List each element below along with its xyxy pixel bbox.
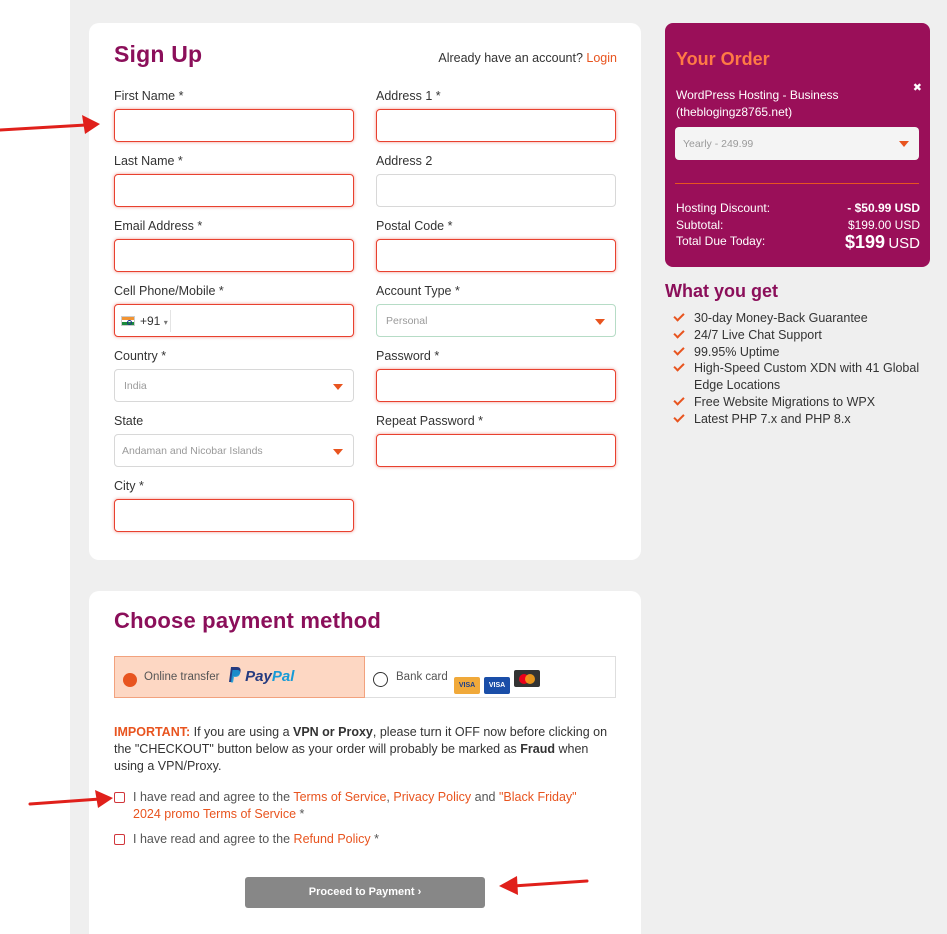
password-input[interactable] [376,369,616,402]
arrow-annotation-icon [499,876,589,895]
signup-title: Sign Up [114,41,203,67]
paypal-logo-icon: PayPal [228,667,294,685]
first-name-input[interactable] [114,109,354,142]
postal-code-label: Postal Code * [376,219,453,233]
login-link[interactable]: Login [586,51,617,65]
order-title: Your Order [676,49,770,69]
close-icon[interactable]: ✖ [913,81,922,94]
email-input[interactable] [114,239,354,272]
billing-cycle-select[interactable]: Yearly - 249.99 [675,127,919,160]
bank-card-label: Bank card [396,671,448,683]
order-summary-card: Your Order WordPress Hosting - Business … [665,23,930,267]
address2-label: Address 2 [376,154,433,168]
signup-card: Sign Up Already have an account? Login F… [89,23,641,560]
check-icon [673,343,685,356]
check-icon [673,327,685,339]
card-logos: VISA VISA [454,670,544,694]
order-product: WordPress Hosting - Business (thebloging… [676,87,896,121]
account-type-select[interactable]: Personal [376,304,616,337]
city-input[interactable] [114,499,354,532]
list-item: 24/7 Live Chat Support [673,327,944,344]
address1-label: Address 1 * [376,89,441,103]
payment-title: Choose payment method [114,608,382,633]
postal-code-input[interactable] [376,239,616,272]
total-row: Total Due Today: $199 USD [676,232,920,252]
address1-input[interactable] [376,109,616,142]
chevron-down-icon [333,384,343,390]
list-item: Free Website Migrations to WPX [673,394,944,411]
arrow-annotation-icon [0,115,100,134]
address2-input[interactable] [376,174,616,207]
city-label: City * [114,479,144,493]
order-domain: (theblogingz8765.net) [676,105,793,119]
what-you-get-title: What you get [665,281,778,301]
agree-refund-row: I have read and agree to the Refund Poli… [114,831,604,848]
country-select[interactable]: India [114,369,354,402]
visa-icon: VISA [484,677,510,694]
email-label: Email Address * [114,219,203,233]
check-icon [673,411,685,423]
india-flag-icon[interactable] [121,316,135,326]
state-label: State [114,414,144,428]
bank-card-option[interactable]: Bank card VISA VISA [365,656,616,698]
list-item: 30-day Money-Back Guarantee [673,310,944,327]
visa-electron-icon: VISA [454,677,480,694]
vpn-warning: IMPORTANT: If you are using a VPN or Pro… [114,725,608,773]
phone-input[interactable]: +91 ▾ [114,304,354,337]
chevron-down-icon [899,141,909,147]
paypal-option[interactable]: Online transfer PayPal [114,656,365,698]
account-type-value: Personal [386,315,428,327]
benefits-list: 30-day Money-Back Guarantee 24/7 Live Ch… [673,310,944,428]
list-item: 99.95% Uptime [673,343,944,361]
mastercard-icon [514,670,540,687]
country-value: India [124,380,147,392]
already-have-account: Already have an account? Login [438,51,617,65]
dial-code[interactable]: +91 ▾ [140,314,168,328]
dial-separator [170,310,171,332]
country-label: Country * [114,349,167,363]
chevron-down-icon [595,319,605,325]
agree-terms-row: I have read and agree to the Terms of Se… [114,789,604,823]
subtotal-row: Subtotal: $199.00 USD [676,218,920,232]
check-icon [673,394,685,406]
last-name-input[interactable] [114,174,354,207]
last-name-label: Last Name * [114,154,183,168]
refund-link[interactable]: Refund Policy [294,832,371,846]
check-icon [673,360,685,373]
repeat-password-label: Repeat Password * [376,414,484,428]
first-name-label: First Name * [114,89,184,103]
password-label: Password * [376,349,440,363]
check-icon [673,310,685,322]
agree-terms-checkbox[interactable] [114,792,125,803]
terms-link[interactable]: Terms of Service [293,790,386,804]
account-type-label: Account Type * [376,284,460,298]
list-item: Latest PHP 7.x and PHP 8.x [673,411,944,428]
proceed-to-payment-button[interactable]: Proceed to Payment › [245,877,485,908]
radio-unselected[interactable] [373,672,388,687]
repeat-password-input[interactable] [376,434,616,467]
list-item: High-Speed Custom XDN with 41 Global Edg… [673,360,944,394]
phone-label: Cell Phone/Mobile * [114,284,224,298]
chevron-down-icon [333,449,343,455]
privacy-link[interactable]: Privacy Policy [393,790,471,804]
radio-selected[interactable] [123,673,137,687]
paypal-label: Online transfer [144,671,220,683]
arrow-annotation-icon [28,790,113,808]
state-select[interactable]: Andaman and Nicobar Islands [114,434,354,467]
billing-cycle-value: Yearly - 249.99 [683,138,754,150]
discount-row: Hosting Discount: - $50.99 USD [676,201,920,215]
state-value: Andaman and Nicobar Islands [122,445,263,457]
order-divider [675,183,919,184]
agree-refund-checkbox[interactable] [114,834,125,845]
total-amount: $199 [844,232,885,252]
